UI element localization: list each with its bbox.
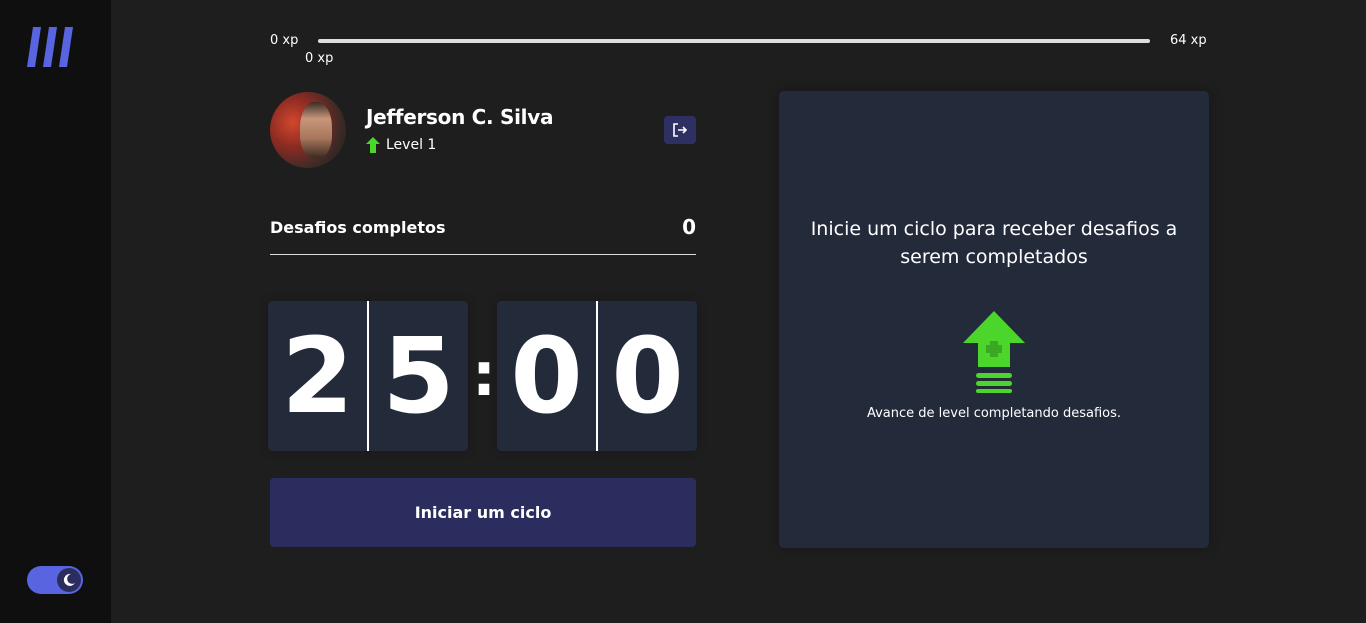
divider xyxy=(270,254,696,255)
level-indicator: Level 1 xyxy=(366,137,436,153)
challenge-box: Inicie um ciclo para receber desafios a … xyxy=(779,91,1209,548)
experience-bar xyxy=(318,39,1150,43)
countdown-separator: : xyxy=(472,340,496,410)
moon-icon xyxy=(57,568,81,592)
sidebar xyxy=(0,0,111,623)
completed-challenges-label: Desafios completos xyxy=(270,218,446,237)
countdown-minutes: 2 5 xyxy=(268,301,468,451)
challenge-box-hint: Avance de level completando desafios. xyxy=(866,406,1122,421)
challenge-box-title: Inicie um ciclo para receber desafios a … xyxy=(810,218,1178,268)
profile-name: Jefferson C. Silva xyxy=(366,105,554,129)
countdown-digit: 0 xyxy=(497,301,598,451)
countdown-digit: 0 xyxy=(611,315,684,437)
xp-start-label: 0 xp xyxy=(270,33,299,48)
countdown-digit: 2 xyxy=(268,301,369,451)
countdown-seconds: 0 0 xyxy=(497,301,697,451)
avatar xyxy=(270,92,346,168)
countdown-digit: 5 xyxy=(382,315,455,437)
level-label: Level 1 xyxy=(386,137,437,153)
xp-current-label: 0 xp xyxy=(305,51,334,66)
theme-toggle[interactable] xyxy=(27,566,83,594)
logo-icon[interactable] xyxy=(27,27,75,67)
completed-challenges-count: 0 xyxy=(682,215,696,239)
start-cycle-button[interactable]: Iniciar um ciclo xyxy=(270,478,696,547)
level-up-arrow-icon xyxy=(366,137,380,153)
logout-icon xyxy=(673,123,688,137)
logout-button[interactable] xyxy=(664,116,696,144)
level-up-icon xyxy=(963,311,1025,393)
xp-end-label: 64 xp xyxy=(1170,33,1207,48)
